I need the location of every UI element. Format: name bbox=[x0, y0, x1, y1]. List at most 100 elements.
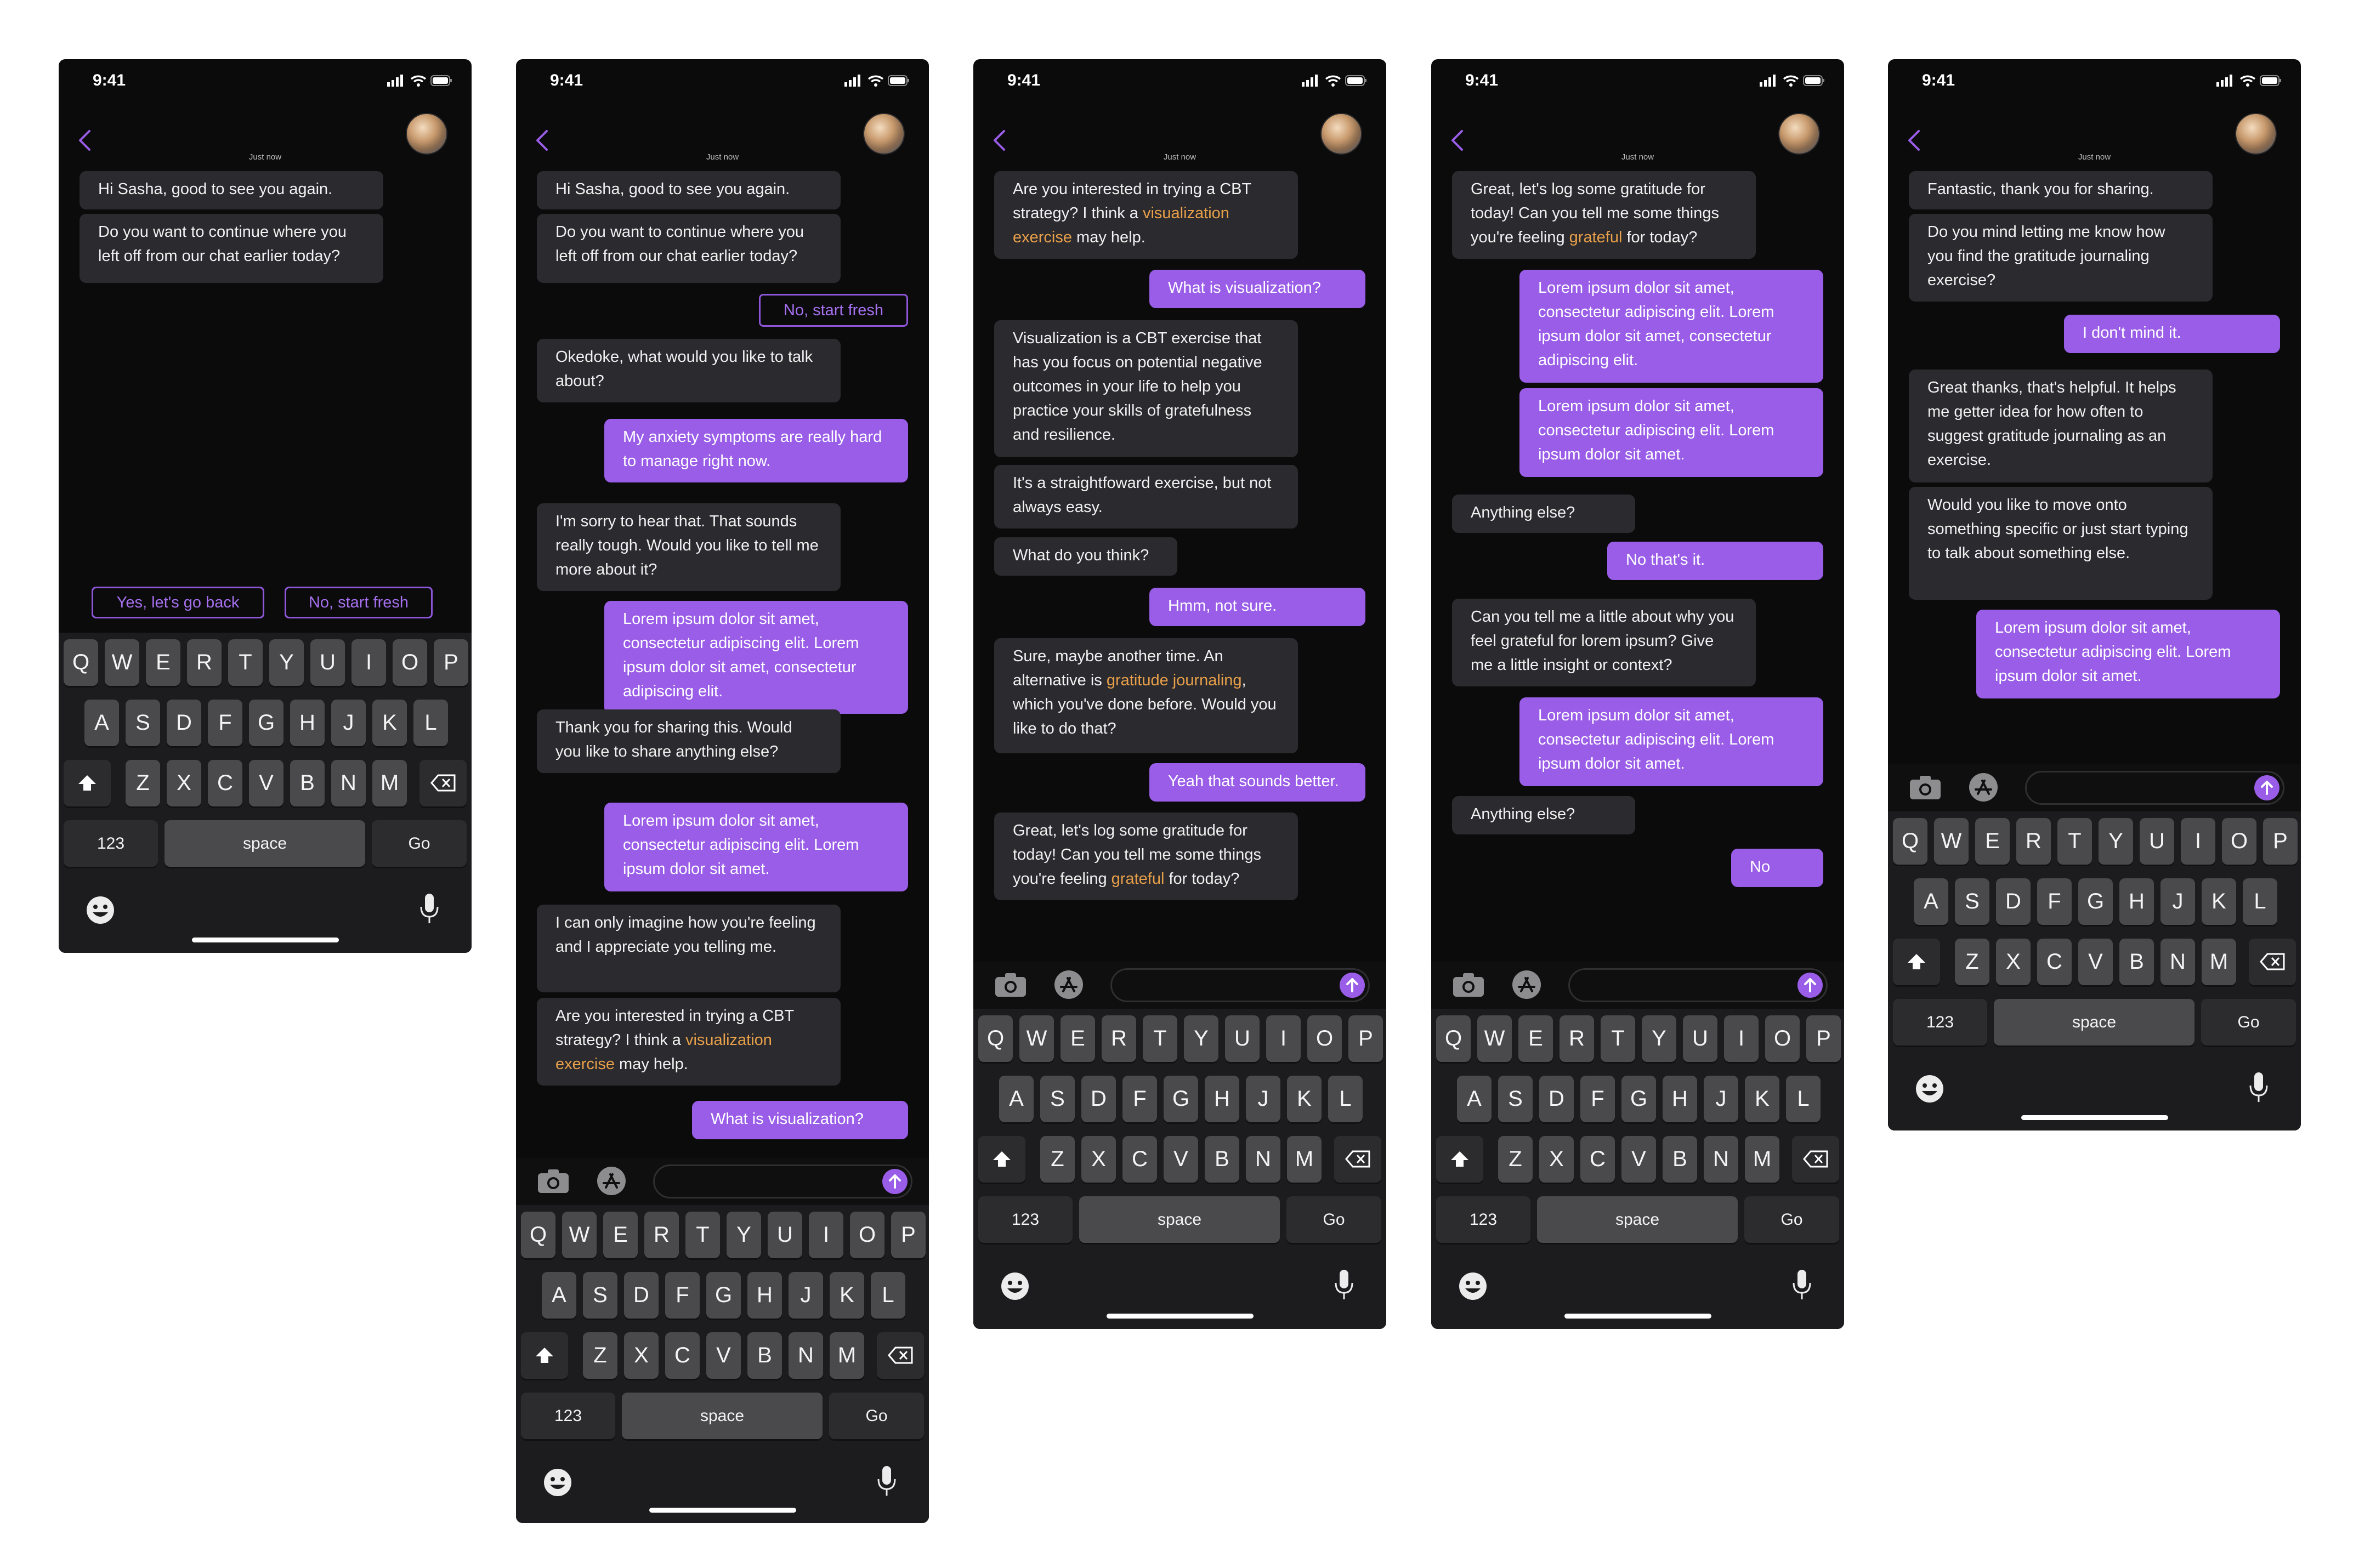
message-input[interactable] bbox=[2025, 771, 2284, 805]
go-key[interactable]: Go bbox=[1286, 1196, 1381, 1243]
key-c[interactable]: C bbox=[1122, 1136, 1157, 1183]
space-key[interactable]: space bbox=[1537, 1196, 1738, 1243]
key-m[interactable]: M bbox=[2202, 939, 2236, 985]
key-a[interactable]: A bbox=[542, 1272, 576, 1319]
key-t[interactable]: T bbox=[1601, 1015, 1635, 1062]
key-q[interactable]: Q bbox=[64, 639, 98, 686]
key-m[interactable]: M bbox=[1745, 1136, 1779, 1183]
key-h[interactable]: H bbox=[2119, 878, 2154, 925]
key-x[interactable]: X bbox=[167, 760, 201, 806]
emoji-button[interactable] bbox=[85, 895, 116, 928]
go-key[interactable]: Go bbox=[1744, 1196, 1839, 1243]
key-a[interactable]: A bbox=[1914, 878, 1948, 925]
key-e[interactable]: E bbox=[1061, 1015, 1095, 1062]
app-store-button[interactable] bbox=[596, 1166, 627, 1199]
microphone-button[interactable] bbox=[1791, 1269, 1813, 1304]
key-j[interactable]: J bbox=[1704, 1076, 1738, 1122]
key-k[interactable]: K bbox=[1745, 1076, 1779, 1122]
numbers-key[interactable]: 123 bbox=[978, 1196, 1073, 1243]
key-x[interactable]: X bbox=[624, 1332, 659, 1379]
camera-button[interactable] bbox=[1909, 774, 1942, 803]
message-input[interactable] bbox=[653, 1164, 912, 1198]
shift-key[interactable] bbox=[64, 760, 111, 806]
key-q[interactable]: Q bbox=[521, 1212, 555, 1258]
avatar[interactable] bbox=[1778, 113, 1820, 155]
key-o[interactable]: O bbox=[393, 639, 427, 686]
key-o[interactable]: O bbox=[2222, 818, 2256, 865]
key-i[interactable]: I bbox=[351, 639, 386, 686]
shift-key[interactable] bbox=[1436, 1136, 1483, 1183]
key-w[interactable]: W bbox=[1019, 1015, 1054, 1062]
key-g[interactable]: G bbox=[1164, 1076, 1198, 1122]
highlighted-term[interactable]: grateful bbox=[1569, 229, 1623, 246]
key-p[interactable]: P bbox=[434, 639, 468, 686]
key-i[interactable]: I bbox=[1266, 1015, 1301, 1062]
microphone-button[interactable] bbox=[418, 893, 440, 928]
back-button[interactable] bbox=[535, 129, 549, 154]
key-v[interactable]: V bbox=[249, 760, 283, 806]
key-a[interactable]: A bbox=[999, 1076, 1034, 1122]
message-input[interactable] bbox=[1568, 968, 1828, 1002]
key-j[interactable]: J bbox=[1246, 1076, 1280, 1122]
camera-button[interactable] bbox=[537, 1168, 570, 1197]
camera-button[interactable] bbox=[1452, 972, 1485, 1001]
key-y[interactable]: Y bbox=[727, 1212, 761, 1258]
key-o[interactable]: O bbox=[850, 1212, 884, 1258]
key-a[interactable]: A bbox=[84, 700, 119, 746]
key-w[interactable]: W bbox=[1477, 1015, 1512, 1062]
key-h[interactable]: H bbox=[747, 1272, 782, 1319]
key-d[interactable]: D bbox=[167, 700, 201, 746]
microphone-button[interactable] bbox=[2248, 1071, 2270, 1107]
key-m[interactable]: M bbox=[372, 760, 407, 806]
avatar[interactable] bbox=[2235, 113, 2277, 155]
key-u[interactable]: U bbox=[2140, 818, 2174, 865]
space-key[interactable]: space bbox=[1079, 1196, 1280, 1243]
key-x[interactable]: X bbox=[1539, 1136, 1574, 1183]
key-v[interactable]: V bbox=[706, 1332, 741, 1379]
key-l[interactable]: L bbox=[413, 700, 448, 746]
key-j[interactable]: J bbox=[2160, 878, 2195, 925]
key-l[interactable]: L bbox=[871, 1272, 905, 1319]
key-i[interactable]: I bbox=[1724, 1015, 1759, 1062]
numbers-key[interactable]: 123 bbox=[1893, 999, 1987, 1046]
key-b[interactable]: B bbox=[290, 760, 325, 806]
highlighted-term[interactable]: grateful bbox=[1112, 870, 1165, 888]
key-m[interactable]: M bbox=[830, 1332, 864, 1379]
key-d[interactable]: D bbox=[1081, 1076, 1116, 1122]
key-p[interactable]: P bbox=[1806, 1015, 1841, 1062]
key-f[interactable]: F bbox=[208, 700, 242, 746]
app-store-button[interactable] bbox=[1053, 969, 1084, 1003]
app-store-button[interactable] bbox=[1968, 772, 1999, 805]
key-w[interactable]: W bbox=[562, 1212, 597, 1258]
key-s[interactable]: S bbox=[1955, 878, 1989, 925]
key-e[interactable]: E bbox=[1518, 1015, 1553, 1062]
key-d[interactable]: D bbox=[1539, 1076, 1574, 1122]
key-l[interactable]: L bbox=[1786, 1076, 1821, 1122]
key-z[interactable]: Z bbox=[583, 1332, 617, 1379]
key-r[interactable]: R bbox=[1102, 1015, 1136, 1062]
key-p[interactable]: P bbox=[2263, 818, 2298, 865]
numbers-key[interactable]: 123 bbox=[521, 1393, 615, 1439]
delete-key[interactable] bbox=[419, 760, 467, 806]
emoji-button[interactable] bbox=[542, 1467, 573, 1501]
key-j[interactable]: J bbox=[789, 1272, 823, 1319]
space-key[interactable]: space bbox=[622, 1393, 823, 1439]
key-k[interactable]: K bbox=[372, 700, 407, 746]
key-e[interactable]: E bbox=[146, 639, 180, 686]
delete-key[interactable] bbox=[877, 1332, 924, 1379]
delete-key[interactable] bbox=[2249, 939, 2296, 985]
numbers-key[interactable]: 123 bbox=[64, 820, 158, 867]
key-y[interactable]: Y bbox=[2099, 818, 2133, 865]
delete-key[interactable] bbox=[1334, 1136, 1381, 1183]
key-l[interactable]: L bbox=[1328, 1076, 1363, 1122]
key-w[interactable]: W bbox=[105, 639, 139, 686]
key-p[interactable]: P bbox=[1348, 1015, 1383, 1062]
quick-reply-chip[interactable]: No, start fresh bbox=[285, 587, 433, 618]
key-n[interactable]: N bbox=[1704, 1136, 1738, 1183]
key-u[interactable]: U bbox=[1683, 1015, 1717, 1062]
avatar[interactable] bbox=[863, 113, 905, 155]
key-u[interactable]: U bbox=[1225, 1015, 1260, 1062]
key-t[interactable]: T bbox=[1143, 1015, 1177, 1062]
go-key[interactable]: Go bbox=[372, 820, 467, 867]
delete-key[interactable] bbox=[1792, 1136, 1839, 1183]
